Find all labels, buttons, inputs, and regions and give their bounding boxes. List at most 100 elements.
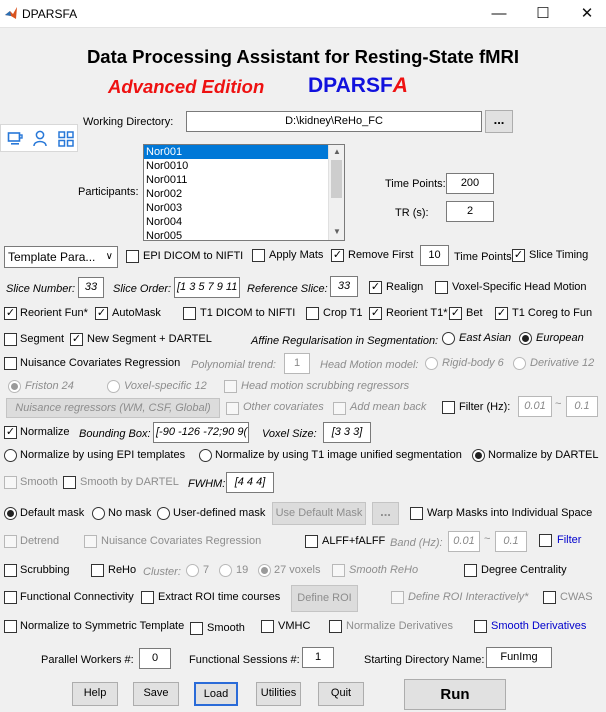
t1-coreg-checkbox[interactable]: ✓ xyxy=(495,307,508,320)
t1-dicom-checkbox[interactable] xyxy=(183,307,196,320)
slice-number-input[interactable]: 33 xyxy=(78,277,104,298)
define-roi-interactively-checkbox[interactable] xyxy=(391,591,404,604)
epi-dicom-checkbox[interactable] xyxy=(126,250,139,263)
slice-order-input[interactable]: [1 3 5 7 9 11 xyxy=(174,277,240,298)
reorient-fun-checkbox[interactable]: ✓ xyxy=(4,307,17,320)
list-item[interactable]: Nor004 xyxy=(144,215,344,229)
participants-scrollbar[interactable]: ▲ ▼ xyxy=(328,145,344,240)
scrubbing-checkbox[interactable] xyxy=(4,564,17,577)
add-mean-back-checkbox[interactable] xyxy=(333,402,346,415)
load-button[interactable]: Load xyxy=(194,682,238,706)
cwas-checkbox[interactable] xyxy=(543,591,556,604)
save-button[interactable]: Save xyxy=(133,682,179,706)
use-default-mask-button[interactable]: Use Default Mask xyxy=(272,502,366,525)
filter-2-checkbox[interactable] xyxy=(539,534,552,547)
warp-masks-checkbox[interactable] xyxy=(410,507,423,520)
voxel-size-input[interactable]: [3 3 3] xyxy=(323,422,371,443)
derivative-radio[interactable] xyxy=(513,357,526,370)
list-item[interactable]: Nor003 xyxy=(144,201,344,215)
other-covariates-checkbox[interactable] xyxy=(226,402,239,415)
filter-low-input[interactable]: 0.01 xyxy=(518,396,552,417)
coffee-icon[interactable] xyxy=(7,131,23,147)
mask-browse-button[interactable]: ... xyxy=(372,502,399,525)
scrubbing-regressors-checkbox[interactable] xyxy=(224,380,237,393)
list-item[interactable]: Nor001 xyxy=(144,145,344,159)
working-directory-browse-button[interactable]: ... xyxy=(485,110,513,133)
utilities-button[interactable]: Utilities xyxy=(256,682,301,706)
normalize-epi-radio[interactable] xyxy=(4,449,17,462)
tr-input[interactable]: 2 xyxy=(446,201,494,222)
nuisance-regression-2-checkbox[interactable] xyxy=(84,535,97,548)
european-radio[interactable] xyxy=(519,332,532,345)
nuisance-regressors-button[interactable]: Nuisance regressors (WM, CSF, Global) xyxy=(6,398,220,418)
smooth-symmetric-checkbox[interactable] xyxy=(190,622,203,635)
band-low-input[interactable]: 0.01 xyxy=(448,531,480,552)
apply-mats-checkbox[interactable] xyxy=(252,249,265,262)
filter-checkbox[interactable] xyxy=(442,401,455,414)
smooth-dartel-checkbox[interactable] xyxy=(63,476,76,489)
bet-checkbox[interactable]: ✓ xyxy=(449,307,462,320)
alff-checkbox[interactable] xyxy=(305,535,318,548)
minimize-button[interactable]: — xyxy=(484,4,514,24)
normalize-symmetric-checkbox[interactable] xyxy=(4,620,17,633)
remove-first-input[interactable]: 10 xyxy=(420,245,449,266)
voxel-specific-radio[interactable] xyxy=(107,380,120,393)
maximize-button[interactable]: ☐ xyxy=(528,4,558,24)
user-icon[interactable] xyxy=(32,130,48,147)
detrend-checkbox[interactable] xyxy=(4,535,17,548)
friston-radio[interactable] xyxy=(8,380,21,393)
new-segment-checkbox[interactable]: ✓ xyxy=(70,333,83,346)
scroll-up-icon[interactable]: ▲ xyxy=(329,147,344,156)
normalize-derivatives-checkbox[interactable] xyxy=(329,620,342,633)
list-item[interactable]: Nor0011 xyxy=(144,173,344,187)
rigid-body-radio[interactable] xyxy=(425,357,438,370)
list-item[interactable]: Nor005 xyxy=(144,229,344,240)
working-directory-input[interactable]: D:\kidney\ReHo_FC xyxy=(186,111,482,132)
segment-checkbox[interactable] xyxy=(4,333,17,346)
define-roi-button[interactable]: Define ROI xyxy=(291,585,358,612)
template-parameters-dropdown[interactable]: Template Para... ∨ xyxy=(4,246,118,268)
help-button[interactable]: Help xyxy=(72,682,118,706)
time-points-input[interactable]: 200 xyxy=(446,173,494,194)
degree-centrality-checkbox[interactable] xyxy=(464,564,477,577)
quit-button[interactable]: Quit xyxy=(318,682,364,706)
vmhc-checkbox[interactable] xyxy=(261,620,274,633)
fwhm-input[interactable]: [4 4 4] xyxy=(226,472,274,493)
functional-sessions-input[interactable]: 1 xyxy=(302,647,334,668)
normalize-dartel-radio[interactable] xyxy=(472,449,485,462)
remove-first-checkbox[interactable]: ✓ xyxy=(331,249,344,262)
parallel-workers-input[interactable]: 0 xyxy=(139,648,171,669)
cluster-7-radio[interactable] xyxy=(186,564,199,577)
smooth-reho-checkbox[interactable] xyxy=(332,564,345,577)
extract-roi-checkbox[interactable] xyxy=(141,591,154,604)
reho-checkbox[interactable] xyxy=(91,564,104,577)
slice-timing-checkbox[interactable]: ✓ xyxy=(512,249,525,262)
participants-list[interactable]: Nor001 Nor0010 Nor0011 Nor002 Nor003 Nor… xyxy=(143,144,345,241)
automask-checkbox[interactable]: ✓ xyxy=(95,307,108,320)
smooth-checkbox[interactable] xyxy=(4,476,17,489)
normalize-checkbox[interactable]: ✓ xyxy=(4,426,17,439)
filter-high-input[interactable]: 0.1 xyxy=(566,396,598,417)
functional-connectivity-checkbox[interactable] xyxy=(4,591,17,604)
nuisance-regression-checkbox[interactable] xyxy=(4,357,17,370)
default-mask-radio[interactable] xyxy=(4,507,17,520)
bounding-box-input[interactable]: [-90 -126 -72;90 9( xyxy=(153,422,249,443)
normalize-t1-radio[interactable] xyxy=(199,449,212,462)
cluster-19-radio[interactable] xyxy=(219,564,232,577)
cluster-27-radio[interactable] xyxy=(258,564,271,577)
realign-checkbox[interactable]: ✓ xyxy=(369,281,382,294)
close-button[interactable]: ✕ xyxy=(572,4,602,24)
grid-icon[interactable] xyxy=(58,131,74,147)
band-high-input[interactable]: 0.1 xyxy=(495,531,527,552)
reference-slice-input[interactable]: 33 xyxy=(330,276,358,297)
no-mask-radio[interactable] xyxy=(92,507,105,520)
run-button[interactable]: Run xyxy=(404,679,506,710)
starting-directory-input[interactable]: FunImg xyxy=(486,647,552,668)
reorient-t1-checkbox[interactable]: ✓ xyxy=(369,307,382,320)
polynomial-trend-input[interactable]: 1 xyxy=(284,353,310,374)
list-item[interactable]: Nor0010 xyxy=(144,159,344,173)
user-defined-mask-radio[interactable] xyxy=(157,507,170,520)
scroll-down-icon[interactable]: ▼ xyxy=(329,227,344,236)
east-asian-radio[interactable] xyxy=(442,332,455,345)
smooth-derivatives-checkbox[interactable] xyxy=(474,620,487,633)
